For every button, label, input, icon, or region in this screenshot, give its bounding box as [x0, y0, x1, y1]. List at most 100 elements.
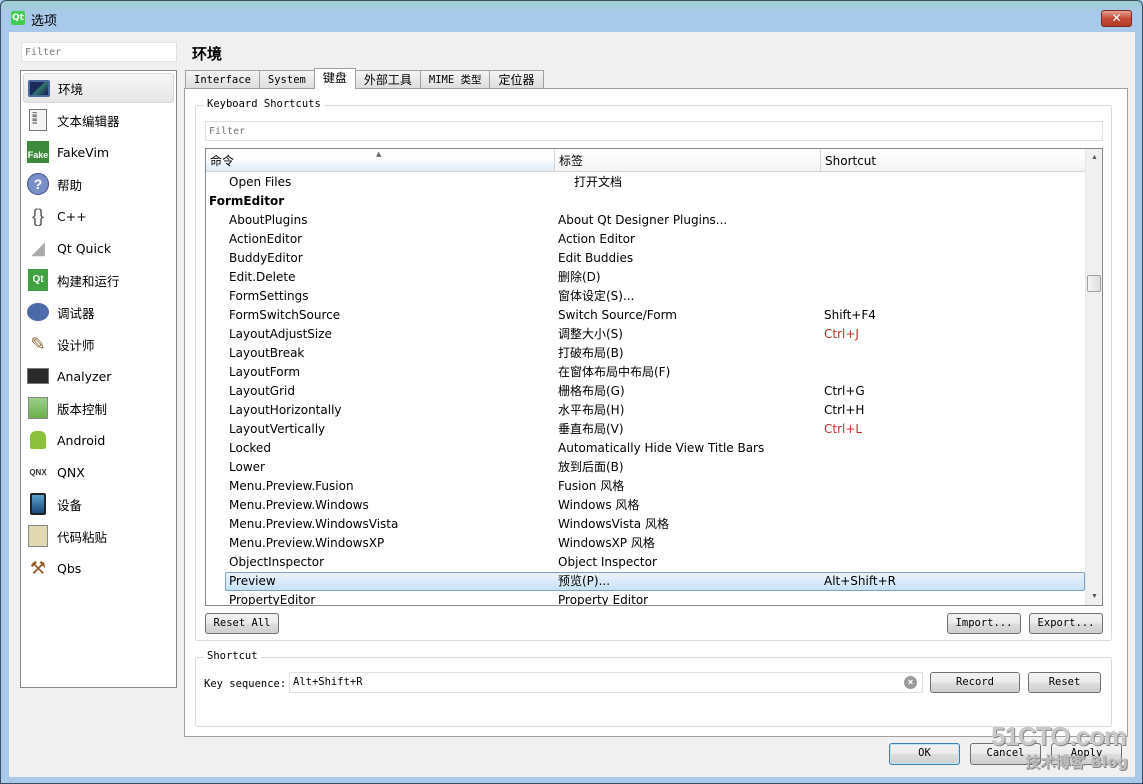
export-button[interactable]: Export... — [1029, 613, 1103, 634]
scroll-down-arrow-icon[interactable]: ▼ — [1086, 588, 1102, 605]
command-cell: LayoutHorizontally — [229, 403, 342, 417]
sidebar-item-label: 构建和运行 — [57, 273, 120, 289]
qnx-icon: QNX — [29, 467, 47, 477]
table-row[interactable]: PropertyEditor Property Editor — [206, 591, 1085, 605]
table-row[interactable]: ObjectInspector Object Inspector — [206, 553, 1085, 572]
label-cell: 预览(P)... — [558, 574, 611, 588]
sidebar-item[interactable]: Analyzer — [23, 361, 174, 391]
label-cell: Fusion 风格 — [558, 479, 625, 493]
table-row[interactable]: Preview 预览(P)... Alt+Shift+R — [206, 572, 1085, 591]
table-row[interactable]: AboutPlugins About Qt Designer Plugins... — [206, 211, 1085, 230]
scrollbar-thumb[interactable] — [1087, 275, 1101, 292]
sidebar-item[interactable]: ◢ Qt Quick — [23, 233, 174, 263]
command-cell: Menu.Preview.Fusion — [229, 479, 354, 493]
table-row[interactable]: Locked Automatically Hide View Title Bars — [206, 439, 1085, 458]
sidebar-item-label: 环境 — [58, 81, 84, 97]
sidebar-item[interactable]: ✎ 设计师 — [23, 329, 174, 359]
command-cell: LayoutForm — [229, 365, 301, 379]
table-row[interactable]: LayoutGrid 栅格布局(G) Ctrl+G — [206, 382, 1085, 401]
shortcut-cell: Ctrl+G — [824, 384, 865, 398]
label-cell: Object Inspector — [558, 555, 657, 569]
close-button[interactable]: ✕ — [1101, 10, 1132, 27]
column-header-label-col[interactable]: 标签 — [555, 149, 821, 171]
command-cell: BuddyEditor — [229, 251, 303, 265]
column-header-command[interactable]: ▲ 命令 — [206, 149, 555, 171]
sidebar-item[interactable]: Fake FakeVim — [23, 137, 174, 167]
clear-icon[interactable]: × — [904, 676, 917, 689]
table-row[interactable]: Menu.Preview.Windows Windows 风格 — [206, 496, 1085, 515]
table-row[interactable]: LayoutAdjustSize 调整大小(S) Ctrl+J — [206, 325, 1085, 344]
sidebar-item[interactable]: ⚒ Qbs — [23, 553, 174, 583]
key-sequence-input[interactable]: Alt+Shift+R × — [289, 672, 923, 693]
table-row[interactable]: Menu.Preview.WindowsVista WindowsVista 风格 — [206, 515, 1085, 534]
table-row[interactable]: LayoutForm 在窗体布局中布局(F) — [206, 363, 1085, 382]
label-cell: 打开文档 — [574, 175, 623, 189]
table-row[interactable]: BuddyEditor Edit Buddies — [206, 249, 1085, 268]
table-row[interactable]: Edit.Delete 删除(D) — [206, 268, 1085, 287]
apply-button[interactable]: Apply — [1051, 743, 1122, 765]
vertical-scrollbar[interactable]: ▲ ▼ — [1085, 149, 1102, 605]
build-run-icon: Qt — [26, 268, 50, 292]
sidebar-item-label: 设备 — [57, 497, 83, 513]
shortcut-group: Shortcut Key sequence: Alt+Shift+R × Rec… — [195, 650, 1112, 727]
table-row[interactable]: ActionEditor Action Editor — [206, 230, 1085, 249]
shortcut-filter-input[interactable] — [205, 121, 1103, 141]
label-cell: 删除(D) — [558, 270, 601, 284]
record-button[interactable]: Record — [930, 672, 1020, 693]
window-title: 选项 — [31, 14, 58, 29]
tree-body: Open Files 打开文档 FormEditor AboutPlugins Abou… — [206, 173, 1085, 605]
sidebar-item[interactable]: 设备 — [23, 489, 174, 519]
label-cell: Action Editor — [558, 232, 635, 246]
sidebar-item[interactable]: {} C++ — [23, 201, 174, 231]
tab[interactable]: 定位器 — [489, 70, 544, 89]
sidebar-item[interactable]: 代码粘贴 — [23, 521, 174, 551]
sidebar-item[interactable]: Qt 构建和运行 — [23, 265, 174, 295]
column-header-label: 命令 — [210, 154, 235, 168]
table-row[interactable]: Lower 放到后面(B) — [206, 458, 1085, 477]
table-row[interactable]: FormSettings 窗体设定(S)... — [206, 287, 1085, 306]
designer-icon: ✎ — [30, 333, 46, 354]
sidebar-item[interactable]: ≡ ≡ ≡ 文本编辑器 — [23, 105, 174, 135]
sidebar-item-label: C++ — [57, 208, 87, 224]
table-row[interactable]: FormSwitchSource Switch Source/Form Shift+… — [206, 306, 1085, 325]
column-header-shortcut[interactable]: Shortcut — [821, 149, 1085, 171]
sidebar-item[interactable]: 调试器 — [23, 297, 174, 327]
table-row[interactable]: Menu.Preview.Fusion Fusion 风格 — [206, 477, 1085, 496]
sidebar-item[interactable]: ? 帮助 — [23, 169, 174, 199]
title-bar[interactable]: Qt 选项 ✕ — [1, 1, 1142, 33]
tab[interactable]: System — [258, 70, 315, 89]
sidebar-item[interactable]: Android — [23, 425, 174, 455]
tab[interactable]: 键盘 — [313, 68, 356, 89]
tab[interactable]: 外部工具 — [354, 70, 421, 89]
table-row[interactable]: Open Files 打开文档 — [206, 173, 1085, 192]
android-icon — [26, 428, 50, 452]
command-cell: Lower — [229, 460, 265, 474]
key-sequence-label: Key sequence: — [204, 678, 287, 690]
sidebar-item[interactable]: QNX QNX — [23, 457, 174, 487]
reset-all-button[interactable]: Reset All — [205, 613, 279, 634]
tree-category-row[interactable]: FormEditor — [206, 192, 1085, 211]
command-cell: Menu.Preview.WindowsVista — [229, 517, 399, 531]
tab[interactable]: Interface — [185, 70, 260, 89]
table-row[interactable]: LayoutVertically 垂直布局(V) Ctrl+L — [206, 420, 1085, 439]
command-cell: LayoutBreak — [229, 346, 305, 360]
cancel-button[interactable]: Cancel — [970, 743, 1041, 765]
reset-button[interactable]: Reset — [1028, 672, 1101, 693]
category-filter-input[interactable] — [21, 42, 177, 62]
label-cell: WindowsXP 风格 — [558, 536, 655, 550]
ok-button[interactable]: OK — [889, 743, 960, 765]
command-cell: Menu.Preview.Windows — [229, 498, 369, 512]
sidebar-item[interactable]: 版本控制 — [23, 393, 174, 423]
tab[interactable]: MIME 类型 — [419, 70, 491, 89]
table-row[interactable]: LayoutBreak 打破布局(B) — [206, 344, 1085, 363]
debugger-icon — [26, 300, 50, 324]
scroll-up-arrow-icon[interactable]: ▲ — [1086, 149, 1102, 166]
keyboard-shortcuts-group: Keyboard Shortcuts ▲ 命令 标签 Shortcut Open… — [195, 98, 1112, 641]
sidebar-item-label: 设计师 — [57, 337, 95, 353]
table-row[interactable]: Menu.Preview.WindowsXP WindowsXP 风格 — [206, 534, 1085, 553]
label-cell: 栅格布局(G) — [558, 384, 625, 398]
table-row[interactable]: LayoutHorizontally 水平布局(H) Ctrl+H — [206, 401, 1085, 420]
import-button[interactable]: Import... — [947, 613, 1021, 634]
help-icon: ? — [26, 172, 50, 196]
sidebar-item[interactable]: 环境 — [23, 73, 174, 103]
